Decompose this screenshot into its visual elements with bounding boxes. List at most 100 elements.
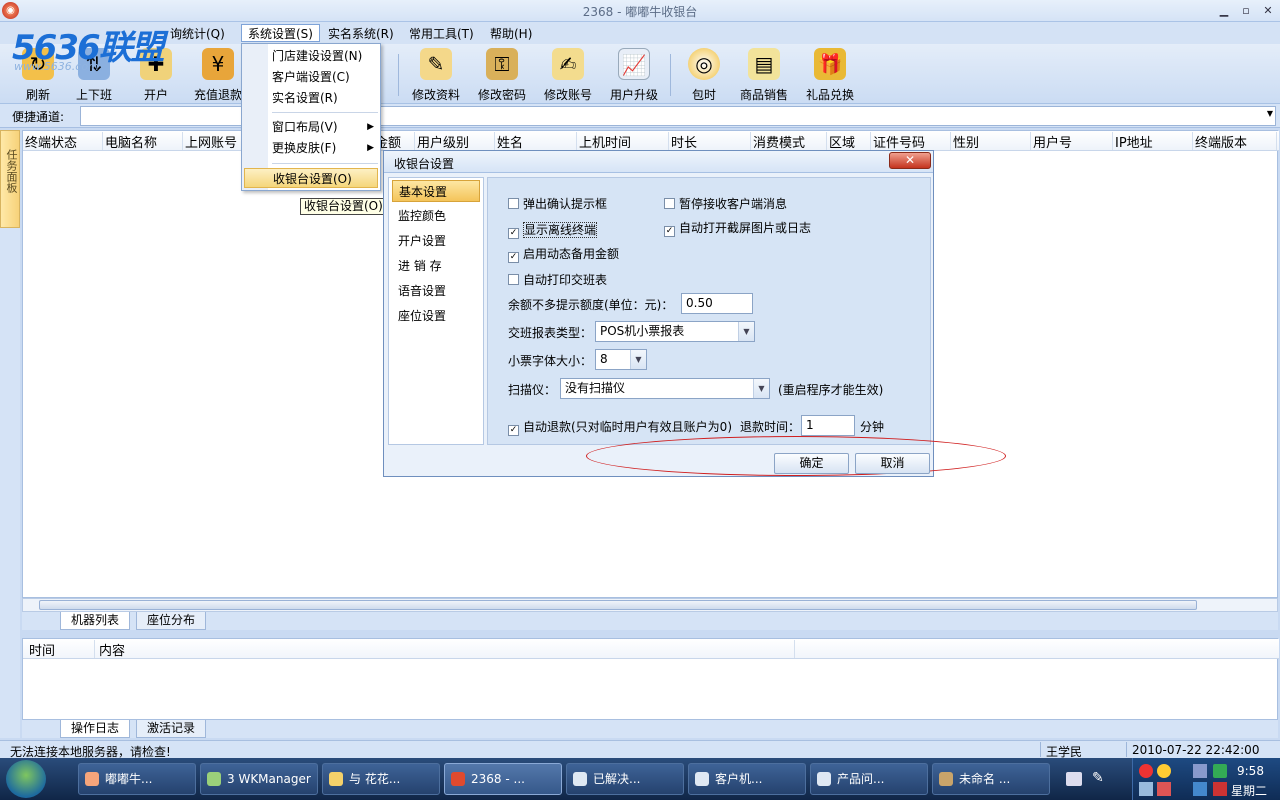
task-dudu[interactable]: 嘟嘟牛... xyxy=(78,763,196,795)
auto-open-screenshot-checkbox[interactable]: ✓ 自动打开截屏图片或日志 xyxy=(664,219,811,237)
tab-operation-log[interactable]: 操作日志 xyxy=(60,720,131,738)
column-header[interactable]: 消费模式 xyxy=(751,132,827,150)
clock-time[interactable]: 9:58 xyxy=(1237,764,1264,778)
menu-realname-settings[interactable]: 实名设置(R) xyxy=(272,88,378,108)
report-type-select[interactable]: POS机小票报表 ▼ xyxy=(595,321,755,342)
edit-profile-button[interactable]: ✎ 修改资料 xyxy=(406,48,466,103)
user-upgrade-button[interactable]: 📈 用户升级 xyxy=(604,48,664,103)
column-header[interactable]: IP地址 xyxy=(1113,132,1193,150)
recharge-button[interactable]: ¥ 充值退款 xyxy=(188,48,248,103)
task-panel-tab[interactable]: 任务面板 xyxy=(0,130,20,228)
edit-account-button[interactable]: ✍ 修改账号 xyxy=(538,48,598,103)
column-header[interactable]: 终端版本 xyxy=(1193,132,1277,150)
grid-header: 终端状态 电脑名称 上网账号 金额 用户级别 姓名 上机时间 时长 消费模式 区… xyxy=(23,131,1279,151)
pause-client-msg-checkbox[interactable]: 暂停接收客户端消息 xyxy=(664,195,787,212)
nav-seat-settings[interactable]: 座位设置 xyxy=(392,305,480,327)
network-icon[interactable] xyxy=(1193,764,1207,778)
check-icon: ✓ xyxy=(508,252,519,263)
tab-machine-list[interactable]: 机器列表 xyxy=(60,612,131,630)
minimize-button[interactable]: ▁ xyxy=(1214,3,1234,19)
menu-query-stats[interactable]: 询统计(Q) xyxy=(164,25,231,43)
scrollbar-thumb[interactable] xyxy=(39,600,1197,610)
change-password-button[interactable]: ⚿ 修改密码 xyxy=(472,48,532,103)
column-header[interactable]: 上机时间 xyxy=(577,132,669,150)
task-untitled[interactable]: 未命名 ... xyxy=(932,763,1050,795)
refund-time-label: 退款时间： xyxy=(740,420,801,434)
balance-threshold-input[interactable]: 0.50 xyxy=(681,293,753,314)
cashier-settings-dialog: 收银台设置 ✕ 基本设置 监控颜色 开户设置 进 销 存 语音设置 座位设置 弹… xyxy=(383,150,1006,477)
app-icon xyxy=(573,772,587,786)
tray-icon[interactable] xyxy=(1139,782,1153,796)
column-header[interactable]: 区域 xyxy=(827,132,871,150)
menu-change-skin[interactable]: 更换皮肤(F) ▶ xyxy=(272,138,378,158)
task-client[interactable]: 客户机... xyxy=(688,763,806,795)
column-header[interactable]: 性别 xyxy=(951,132,1031,150)
menu-cashier-settings[interactable]: 收银台设置(O) xyxy=(244,168,378,188)
nav-monitor-color[interactable]: 监控颜色 xyxy=(392,205,480,227)
chevron-down-icon[interactable]: ▼ xyxy=(1267,109,1273,118)
chevron-down-icon[interactable]: ▼ xyxy=(753,379,769,398)
column-header[interactable]: 时间 xyxy=(23,640,95,658)
app-icon xyxy=(329,772,343,786)
goods-sales-button[interactable]: ▤ 商品销售 xyxy=(734,48,794,103)
tab-activation-record[interactable]: 激活记录 xyxy=(136,720,207,738)
dialog-close-button[interactable]: ✕ xyxy=(889,152,931,169)
nav-inventory[interactable]: 进 销 存 xyxy=(392,255,480,277)
menu-system-settings[interactable]: 系统设置(S) xyxy=(241,24,320,42)
show-offline-checkbox[interactable]: ✓ 显示离线终端 xyxy=(508,221,598,239)
horizontal-scrollbar[interactable] xyxy=(22,598,1278,612)
start-button[interactable] xyxy=(6,760,46,798)
menu-realname[interactable]: 实名系统(R) xyxy=(322,25,400,43)
dynamic-reserve-checkbox[interactable]: ✓ 启用动态备用金额 xyxy=(508,245,619,263)
column-header[interactable]: 终端状态 xyxy=(23,132,103,150)
task-chat[interactable]: 与 花花... xyxy=(322,763,440,795)
menu-help[interactable]: 帮助(H) xyxy=(484,25,538,43)
column-header[interactable]: 时长 xyxy=(669,132,751,150)
task-wkmanager[interactable]: 3 WKManager xyxy=(200,763,318,795)
pen-icon[interactable]: ✎ xyxy=(1092,770,1104,788)
qq-icon[interactable] xyxy=(1157,764,1171,778)
task-product[interactable]: 产品问... xyxy=(810,763,928,795)
tab-seat-layout[interactable]: 座位分布 xyxy=(136,612,207,630)
restore-button[interactable]: ▫ xyxy=(1236,3,1256,19)
column-header[interactable]: 证件号码 xyxy=(871,132,951,150)
tray-icon[interactable] xyxy=(1157,782,1171,796)
task-cashier[interactable]: 2368 - ... xyxy=(444,763,562,795)
column-header[interactable]: 内容 xyxy=(95,640,795,658)
menu-client-settings[interactable]: 客户端设置(C) xyxy=(272,67,378,87)
close-button[interactable]: ✕ xyxy=(1258,3,1278,19)
scanner-select[interactable]: 没有扫描仪 ▼ xyxy=(560,378,770,399)
font-size-select[interactable]: 8 ▼ xyxy=(595,349,647,370)
task-label: 与 花花... xyxy=(349,772,401,786)
column-header[interactable]: 电脑名称 xyxy=(103,132,183,150)
nav-voice-settings[interactable]: 语音设置 xyxy=(392,280,480,302)
keyboard-icon[interactable] xyxy=(1066,772,1082,786)
hourly-button[interactable]: ◎ 包时 xyxy=(674,48,734,103)
column-header[interactable]: 用户级别 xyxy=(415,132,495,150)
shield-icon[interactable] xyxy=(1213,764,1227,778)
close-icon[interactable] xyxy=(1213,782,1227,796)
gift-exchange-button[interactable]: 🎁 礼品兑换 xyxy=(800,48,860,103)
menu-tools[interactable]: 常用工具(T) xyxy=(403,25,480,43)
chevron-down-icon[interactable]: ▼ xyxy=(738,322,754,341)
column-header[interactable]: 姓名 xyxy=(495,132,577,150)
toolbar: ↻ 刷新 ⇅ 上下班 ✚ 开户 ¥ 充值退款 值 ✎ 修改资料 ⚿ 修改密码 ✍… xyxy=(0,44,1280,104)
chevron-down-icon[interactable]: ▼ xyxy=(630,350,646,369)
refund-time-input[interactable]: 1 xyxy=(801,415,855,436)
tray-icon[interactable] xyxy=(1193,782,1207,796)
menu-window-layout[interactable]: 窗口布局(V) ▶ xyxy=(272,117,378,137)
auto-print-shift-checkbox[interactable]: 自动打印交班表 xyxy=(508,271,607,288)
cancel-button[interactable]: 取消 xyxy=(855,453,930,474)
ok-button[interactable]: 确定 xyxy=(774,453,849,474)
auto-refund-checkbox[interactable]: ✓ 自动退款(只对临时用户有效且账户为0) xyxy=(508,418,732,436)
menu-store-settings[interactable]: 门店建设设置(N) xyxy=(272,46,378,66)
task-solved[interactable]: 已解决... xyxy=(566,763,684,795)
column-header[interactable]: 用户号 xyxy=(1031,132,1113,150)
nav-basic-settings[interactable]: 基本设置 xyxy=(392,180,480,202)
tray-icon[interactable] xyxy=(1139,764,1153,778)
dialog-title-bar[interactable]: 收银台设置 ✕ xyxy=(384,151,933,173)
confirm-prompt-checkbox[interactable]: 弹出确认提示框 xyxy=(508,195,607,212)
nav-account-settings[interactable]: 开户设置 xyxy=(392,230,480,252)
log-panel[interactable]: 时间 内容 xyxy=(22,638,1279,720)
checkbox-label: 弹出确认提示框 xyxy=(523,197,608,211)
